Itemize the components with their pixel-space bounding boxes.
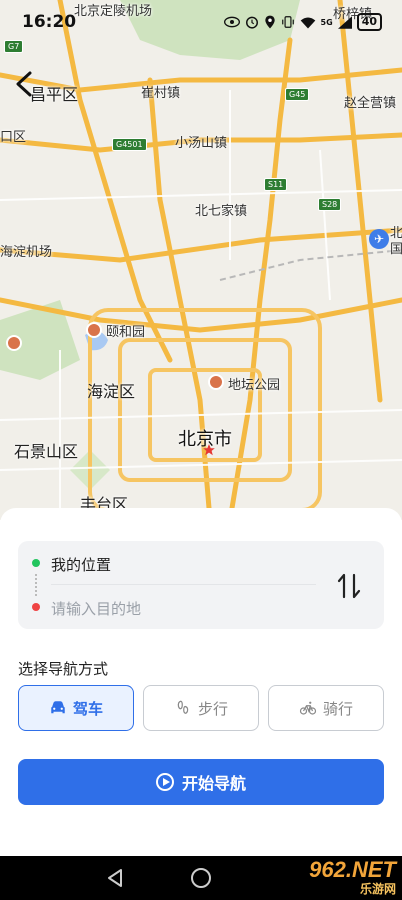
status-time: 16:20 [22,12,77,32]
back-arrow-icon[interactable] [12,70,36,98]
route-divider [51,584,316,585]
battery-icon: 40 [356,13,382,31]
nav-back-icon[interactable] [106,868,124,888]
highway-shield-s11: S11 [264,178,288,191]
airport-icon[interactable]: ✈ [369,229,389,249]
start-navigation-button[interactable]: 开始导航 [18,759,384,805]
map-label-kou: 口区 [0,130,27,145]
eye-icon [223,16,240,28]
map-label-cuicun: 崔村镇 [141,86,181,101]
map-view[interactable]: 北京定陵机场 桥梓镇 昌平区 崔村镇 赵全营镇 口区 小汤山镇 北七家镇 北 国… [0,0,402,520]
location-icon [264,15,275,29]
footprint-icon [177,700,189,714]
wifi-icon [300,17,315,28]
mode-bike-label: 骑行 [322,699,353,718]
signal-icon [337,15,352,29]
network-type: 5G [320,17,333,27]
start-navigation-label: 开始导航 [181,774,246,793]
map-label-shijingshan: 石景山区 [14,442,79,461]
mode-section-title: 选择导航方式 [18,660,109,678]
poi-marker-icon[interactable] [6,335,22,351]
highway-shield-g45: G45 [285,88,310,101]
navigation-panel: 我的位置 请输入目的地 选择导航方式 驾车 步行 骑行 开始导航 [0,508,402,856]
alarm-icon [245,16,258,29]
map-label-yiheyuan: 颐和园 [106,325,146,340]
status-bar: 16:20 5G 40 [0,0,402,42]
bicycle-icon [299,701,317,715]
watermark-sub: 乐游网 [359,882,396,896]
route-connector [35,574,37,596]
mode-walk-label: 步行 [197,699,228,718]
map-label-xiaotangshan: 小汤山镇 [175,136,228,151]
watermark-main: 962.NET [309,857,396,882]
mode-selector: 驾车 步行 骑行 [18,685,384,731]
map-label-zhaoquanying: 赵全营镇 [344,96,397,111]
map-label-changping: 昌平区 [30,85,79,104]
status-icons: 5G 40 [223,13,382,31]
mode-drive-label: 驾车 [72,699,103,718]
map-label-haidian-airport: 海淀机场 [0,245,53,260]
poi-marker-icon[interactable] [208,374,224,390]
map-label-haidian: 海淀区 [87,382,136,401]
origin-dot-icon [32,559,40,567]
car-icon [51,701,65,714]
destination-input[interactable]: 请输入目的地 [51,598,141,619]
route-input-box: 我的位置 请输入目的地 [18,541,384,629]
capital-star-icon [203,444,215,456]
vibrate-icon [281,16,294,28]
origin-field[interactable]: 我的位置 [51,554,111,575]
poi-marker-icon[interactable] [86,322,102,338]
destination-dot-icon [32,603,40,611]
map-label-ditan: 地坛公园 [228,378,281,393]
play-icon [155,773,174,791]
watermark-logo: 962.NET 乐游网 [309,857,396,897]
system-nav-bar: 962.NET 乐游网 [0,856,402,900]
nav-home-icon[interactable] [191,868,211,888]
mode-bike-button[interactable]: 骑行 [268,685,384,731]
swap-icon[interactable] [334,571,364,601]
map-label-guo: 国 [390,242,402,257]
highway-shield-g4501: G4501 [112,138,147,151]
highway-shield-s28: S28 [318,198,342,211]
mode-walk-button[interactable]: 步行 [143,685,259,731]
mode-drive-button[interactable]: 驾车 [18,685,134,731]
map-label-beiqijia: 北七家镇 [195,204,248,219]
